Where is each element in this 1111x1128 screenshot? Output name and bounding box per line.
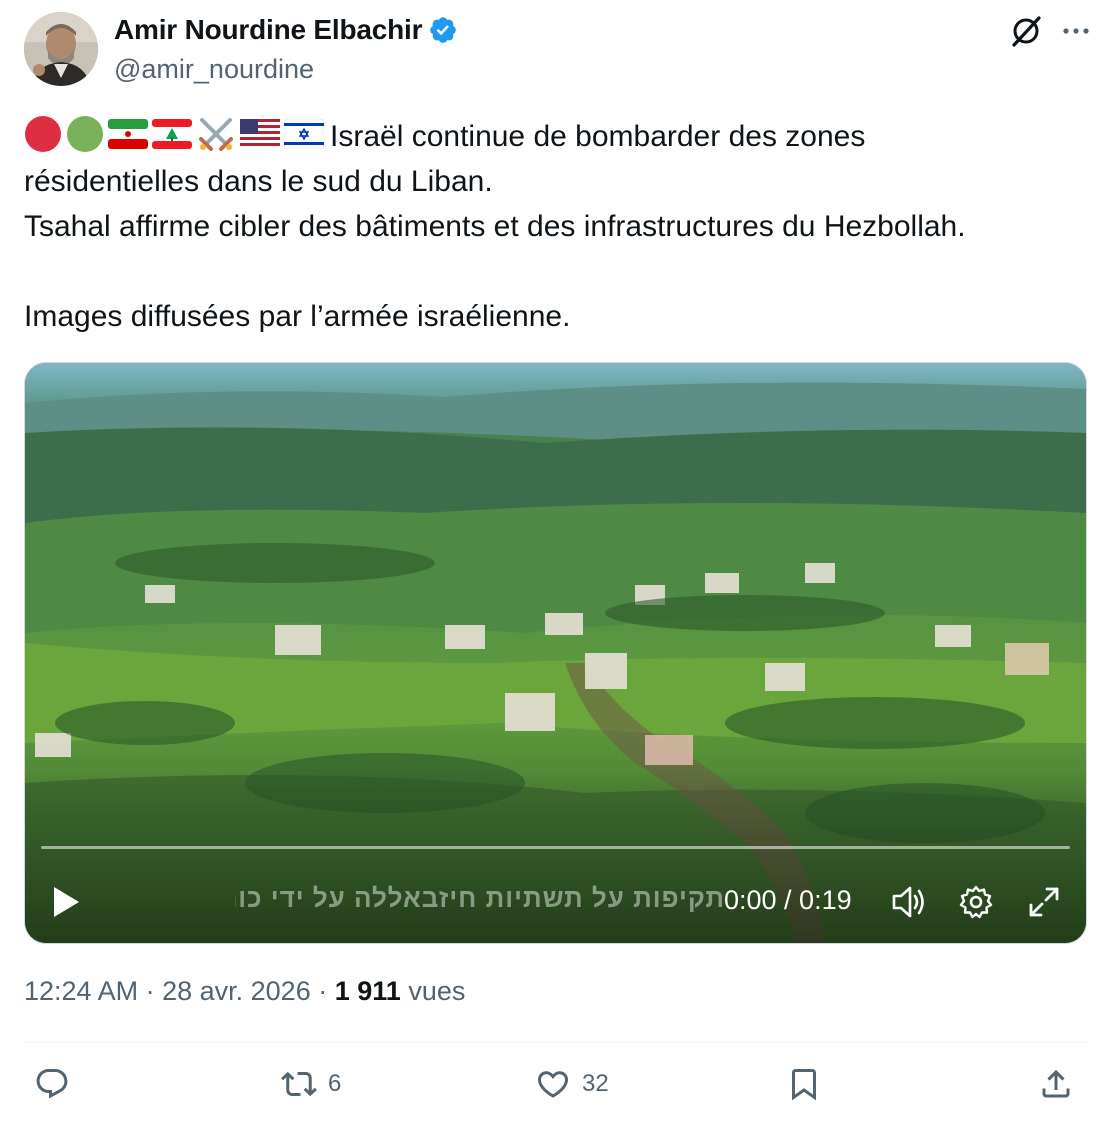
red-circle-icon bbox=[25, 116, 61, 152]
views-count: 1 911 bbox=[334, 976, 401, 1006]
fullscreen-icon[interactable] bbox=[1027, 885, 1061, 924]
video-time: 0:00 / 0:19 bbox=[724, 885, 852, 915]
tweet-text: Israël continue de bombarder des zones r… bbox=[24, 114, 1094, 339]
video-progress-bar[interactable] bbox=[41, 846, 1070, 849]
green-circle-icon bbox=[67, 116, 103, 152]
israel-flag-icon bbox=[284, 119, 324, 149]
like-button[interactable]: 32 bbox=[534, 1066, 609, 1102]
tweet-meta: 12:24 AM · 28 avr. 2026 · 1 911 vues bbox=[24, 976, 466, 1006]
tweet-line-1: Israël continue de bombarder des zones bbox=[330, 120, 866, 153]
tweet-line-2: résidentielles dans le sud du Liban. bbox=[24, 165, 493, 198]
settings-gear-icon[interactable] bbox=[959, 885, 993, 924]
grok-icon[interactable] bbox=[1009, 14, 1043, 48]
play-icon[interactable] bbox=[51, 885, 81, 919]
video-player[interactable]: תקיפות על תשתיות חיזבאללה על ידי כוחות ח… bbox=[24, 362, 1087, 944]
heart-icon bbox=[537, 1071, 569, 1098]
bookmark-button[interactable] bbox=[786, 1066, 822, 1102]
like-count: 32 bbox=[582, 1070, 609, 1097]
views-label: vues bbox=[408, 976, 466, 1006]
more-options-icon[interactable] bbox=[1061, 16, 1091, 46]
tweet-actions: 6 32 bbox=[0, 1066, 1111, 1112]
bookmark-icon bbox=[792, 1069, 816, 1101]
video-caption: תקיפות על תשתיות חיזבאללה על ידי כוחות ח… bbox=[235, 883, 725, 913]
usa-flag-icon bbox=[240, 119, 280, 149]
reply-button[interactable] bbox=[34, 1066, 80, 1102]
video-frame bbox=[25, 363, 1086, 943]
author-handle[interactable]: @amir_nourdine bbox=[114, 54, 314, 85]
crossed-swords-icon bbox=[199, 118, 233, 151]
iran-flag-icon bbox=[108, 119, 148, 149]
tweet-line-3: Tsahal affirme cibler des bâtiments et d… bbox=[24, 210, 966, 243]
avatar[interactable] bbox=[24, 12, 98, 86]
retweet-icon bbox=[281, 1071, 317, 1097]
lebanon-flag-icon bbox=[152, 119, 192, 149]
tweet-line-4: Images diffusées par l’armée israélienne… bbox=[24, 300, 571, 333]
share-icon bbox=[1042, 1069, 1070, 1098]
tweet-date[interactable]: 28 avr. 2026 bbox=[162, 976, 311, 1006]
author-name-row[interactable]: Amir Nourdine Elbachir bbox=[114, 14, 458, 46]
avatar-image bbox=[24, 12, 98, 86]
verified-badge-icon bbox=[428, 15, 458, 45]
author-name[interactable]: Amir Nourdine Elbachir bbox=[114, 14, 423, 46]
volume-icon[interactable] bbox=[891, 885, 929, 924]
emoji-row bbox=[24, 114, 324, 154]
divider bbox=[24, 1042, 1087, 1043]
reply-icon bbox=[36, 1069, 68, 1099]
share-button[interactable] bbox=[1038, 1066, 1074, 1102]
retweet-count: 6 bbox=[328, 1070, 342, 1097]
retweet-button[interactable]: 6 bbox=[280, 1066, 341, 1102]
tweet-time[interactable]: 12:24 AM bbox=[24, 976, 138, 1006]
